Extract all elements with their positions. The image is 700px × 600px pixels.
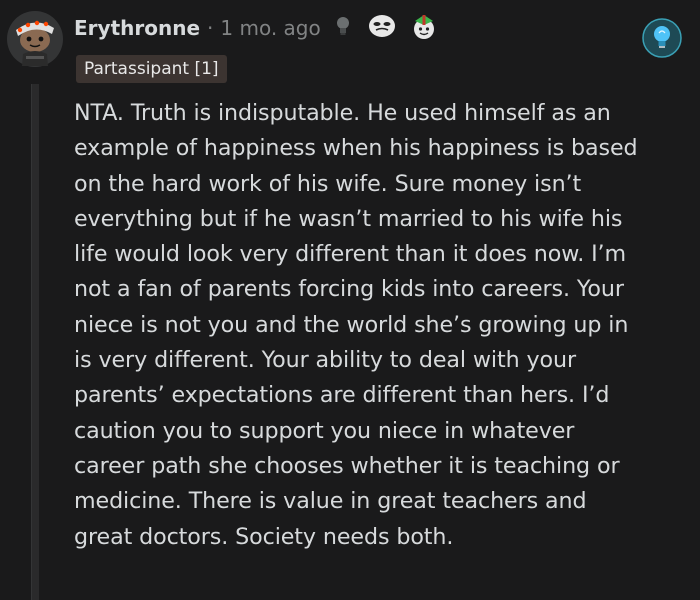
separator-dot: ·: [207, 16, 214, 40]
timestamp[interactable]: 1 mo. ago: [220, 16, 320, 40]
comment-body-line: parents’ expectations are different than…: [74, 382, 610, 409]
lightbulb-award-icon[interactable]: [335, 15, 351, 41]
face-award-icon[interactable]: [367, 13, 397, 43]
user-flair: Partassipant [1]: [76, 55, 227, 83]
comment-body-line: on the hard work of his wife. Sure money…: [74, 170, 582, 197]
comment-body: NTA. Truth is indisputable. He used hims…: [74, 96, 690, 555]
user-avatar[interactable]: [6, 10, 64, 68]
comment-body-line: NTA. Truth is indisputable. He used hims…: [74, 100, 611, 126]
comment-body-line: caution you to support you niece in what…: [74, 417, 575, 444]
comment-body-line: niece is not you and the world she’s gro…: [74, 311, 629, 338]
gift-award-icon[interactable]: [409, 11, 439, 45]
comment-body-line: great doctors. Society needs both.: [74, 523, 454, 550]
thread-collapse-line[interactable]: [31, 84, 39, 600]
lightbulb-badge-icon[interactable]: [642, 18, 682, 58]
comment-body-line: career path she chooses whether it is te…: [74, 452, 620, 479]
comment-body-line: everything but if he wasn’t married to h…: [74, 205, 623, 232]
comment: Erythronne · 1 mo. ago Partassipant [1] …: [0, 0, 700, 600]
comment-body-line: is very different. Your ability to deal …: [74, 347, 576, 374]
comment-body-line: life would look very different than it d…: [74, 241, 627, 268]
comment-header: Erythronne · 1 mo. ago: [74, 10, 439, 46]
username[interactable]: Erythronne: [74, 16, 200, 40]
comment-body-line: medicine. There is value in great teache…: [74, 488, 587, 515]
comment-body-line: example of happiness when his happiness …: [74, 135, 638, 162]
comment-body-line: not a fan of parents forcing kids into c…: [74, 276, 624, 303]
